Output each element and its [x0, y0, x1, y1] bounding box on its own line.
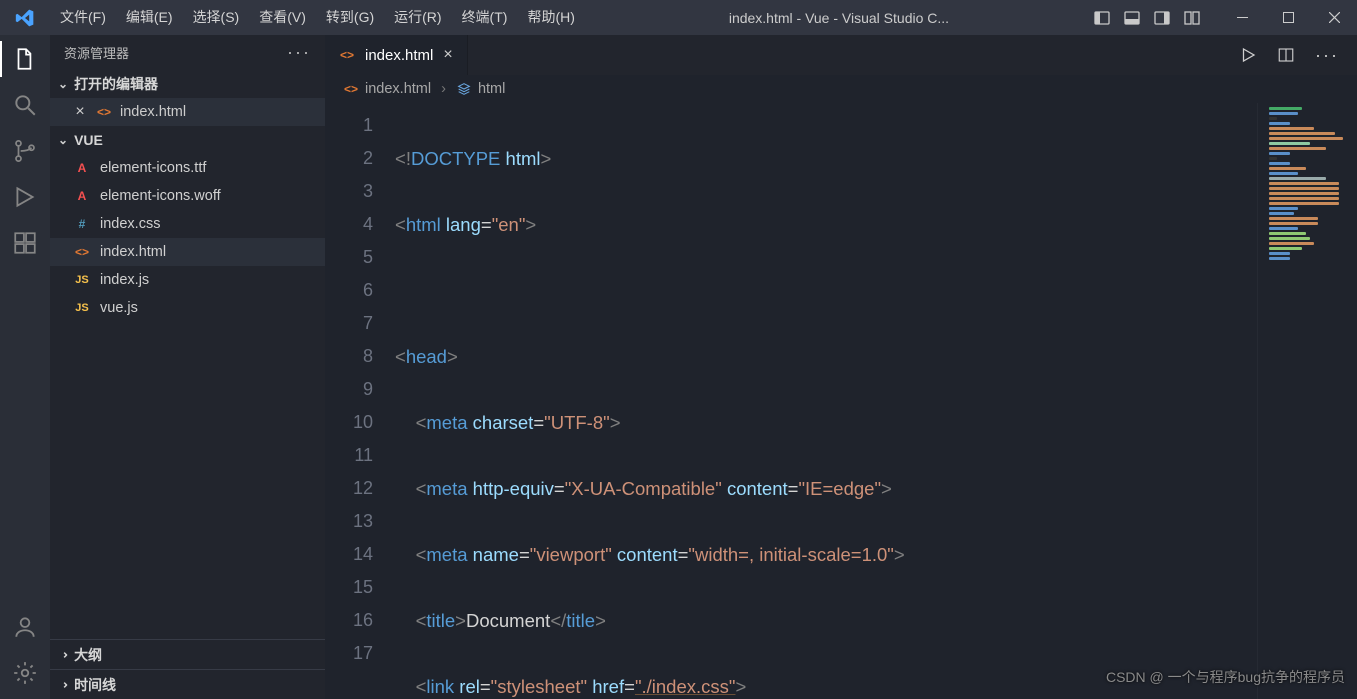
window-controls: [1219, 0, 1357, 35]
js-file-icon: JS: [74, 300, 90, 316]
chevron-right-icon: ⌄: [56, 679, 70, 689]
menu-selection[interactable]: 选择(S): [183, 0, 250, 35]
open-editor-filename: index.html: [120, 104, 186, 120]
project-section[interactable]: ⌄ VUE: [50, 126, 325, 154]
layout-controls: [1093, 9, 1201, 27]
search-icon[interactable]: [11, 91, 39, 119]
vscode-logo: [0, 8, 50, 28]
font-file-icon: A: [74, 188, 90, 204]
watermark: CSDN @ 一个与程序bug抗争的程序员: [1106, 667, 1345, 687]
tab-filename: index.html: [365, 47, 433, 64]
close-tab-icon[interactable]: ×: [443, 46, 452, 64]
file-row[interactable]: # index.css: [50, 210, 325, 238]
file-name: vue.js: [100, 300, 138, 316]
panel-left-icon[interactable]: [1093, 9, 1111, 27]
js-file-icon: JS: [74, 272, 90, 288]
maximize-button[interactable]: [1265, 0, 1311, 35]
breadcrumb[interactable]: <> index.html › html: [325, 75, 1357, 103]
title-bar: 文件(F) 编辑(E) 选择(S) 查看(V) 转到(G) 运行(R) 终端(T…: [0, 0, 1357, 35]
run-icon[interactable]: [1239, 46, 1257, 64]
html-file-icon: <>: [339, 47, 355, 63]
menu-goto[interactable]: 转到(G): [316, 0, 384, 35]
file-name: index.html: [100, 244, 166, 260]
chevron-right-icon: ⌄: [56, 649, 70, 659]
file-name: index.css: [100, 216, 160, 232]
outline-label: 大纲: [74, 645, 102, 665]
close-editor-icon[interactable]: ×: [72, 103, 88, 121]
explorer-icon[interactable]: [11, 45, 39, 73]
breadcrumb-separator-icon: ›: [441, 81, 446, 97]
settings-gear-icon[interactable]: [11, 659, 39, 687]
explorer-sidebar: 资源管理器 ··· ⌄ 打开的编辑器 × <> index.html ⌄ VUE…: [50, 35, 325, 699]
breadcrumb-file[interactable]: <> index.html: [343, 81, 431, 97]
html-file-icon: <>: [74, 244, 90, 260]
breadcrumb-symbol-label: html: [478, 81, 505, 97]
vscode-icon: [15, 8, 35, 28]
split-editor-icon[interactable]: [1277, 46, 1295, 64]
open-editors-label: 打开的编辑器: [74, 74, 158, 94]
breadcrumb-symbol[interactable]: html: [456, 81, 505, 97]
tabs-row: <> index.html × ···: [325, 35, 1357, 75]
code-area[interactable]: 1234567891011121314151617 <!DOCTYPE html…: [325, 103, 1357, 699]
menu-view[interactable]: 查看(V): [249, 0, 316, 35]
html-file-icon: <>: [343, 81, 359, 97]
panel-right-icon[interactable]: [1153, 9, 1171, 27]
timeline-label: 时间线: [74, 675, 116, 695]
file-row[interactable]: JS vue.js: [50, 294, 325, 322]
project-label: VUE: [74, 132, 103, 148]
open-editors-section[interactable]: ⌄ 打开的编辑器: [50, 70, 325, 98]
minimap[interactable]: [1257, 103, 1357, 699]
window-title: index.html - Vue - Visual Studio C...: [585, 10, 1093, 26]
sidebar-header: 资源管理器 ···: [50, 35, 325, 70]
file-row[interactable]: <> index.html: [50, 238, 325, 266]
code-content[interactable]: <!DOCTYPE html> <html lang="en"> <head> …: [395, 103, 1357, 699]
activity-bar: [0, 35, 50, 699]
file-row[interactable]: A element-icons.woff: [50, 182, 325, 210]
menu-help[interactable]: 帮助(H): [517, 0, 584, 35]
file-row[interactable]: JS index.js: [50, 266, 325, 294]
file-name: index.js: [100, 272, 149, 288]
editor-tab[interactable]: <> index.html ×: [325, 35, 468, 75]
css-file-icon: #: [74, 216, 90, 232]
extensions-icon[interactable]: [11, 229, 39, 257]
menu-terminal[interactable]: 终端(T): [452, 0, 518, 35]
panel-bottom-icon[interactable]: [1123, 9, 1141, 27]
timeline-section[interactable]: ⌄ 时间线: [50, 669, 325, 699]
outline-section[interactable]: ⌄ 大纲: [50, 639, 325, 669]
breadcrumb-file-label: index.html: [365, 81, 431, 97]
open-editor-item[interactable]: × <> index.html: [50, 98, 325, 126]
minimize-button[interactable]: [1219, 0, 1265, 35]
layout-grid-icon[interactable]: [1183, 9, 1201, 27]
sidebar-more-icon[interactable]: ···: [287, 42, 311, 63]
font-file-icon: A: [74, 160, 90, 176]
more-actions-icon[interactable]: ···: [1315, 45, 1339, 66]
close-button[interactable]: [1311, 0, 1357, 35]
menu-run[interactable]: 运行(R): [384, 0, 451, 35]
editor-actions: ···: [1239, 35, 1357, 75]
menu-file[interactable]: 文件(F): [50, 0, 116, 35]
symbol-icon: [456, 81, 472, 97]
account-icon[interactable]: [11, 613, 39, 641]
line-gutter: 1234567891011121314151617: [325, 103, 395, 699]
source-control-icon[interactable]: [11, 137, 39, 165]
file-row[interactable]: A element-icons.ttf: [50, 154, 325, 182]
file-name: element-icons.woff: [100, 188, 221, 204]
chevron-down-icon: ⌄: [58, 133, 68, 147]
run-debug-icon[interactable]: [11, 183, 39, 211]
chevron-down-icon: ⌄: [58, 77, 68, 91]
file-name: element-icons.ttf: [100, 160, 206, 176]
sidebar-title: 资源管理器: [64, 43, 129, 62]
html-file-icon: <>: [96, 104, 112, 120]
menu-edit[interactable]: 编辑(E): [116, 0, 183, 35]
editor-region: <> index.html × ··· <> index.html › html: [325, 35, 1357, 699]
menu-bar: 文件(F) 编辑(E) 选择(S) 查看(V) 转到(G) 运行(R) 终端(T…: [50, 0, 585, 35]
